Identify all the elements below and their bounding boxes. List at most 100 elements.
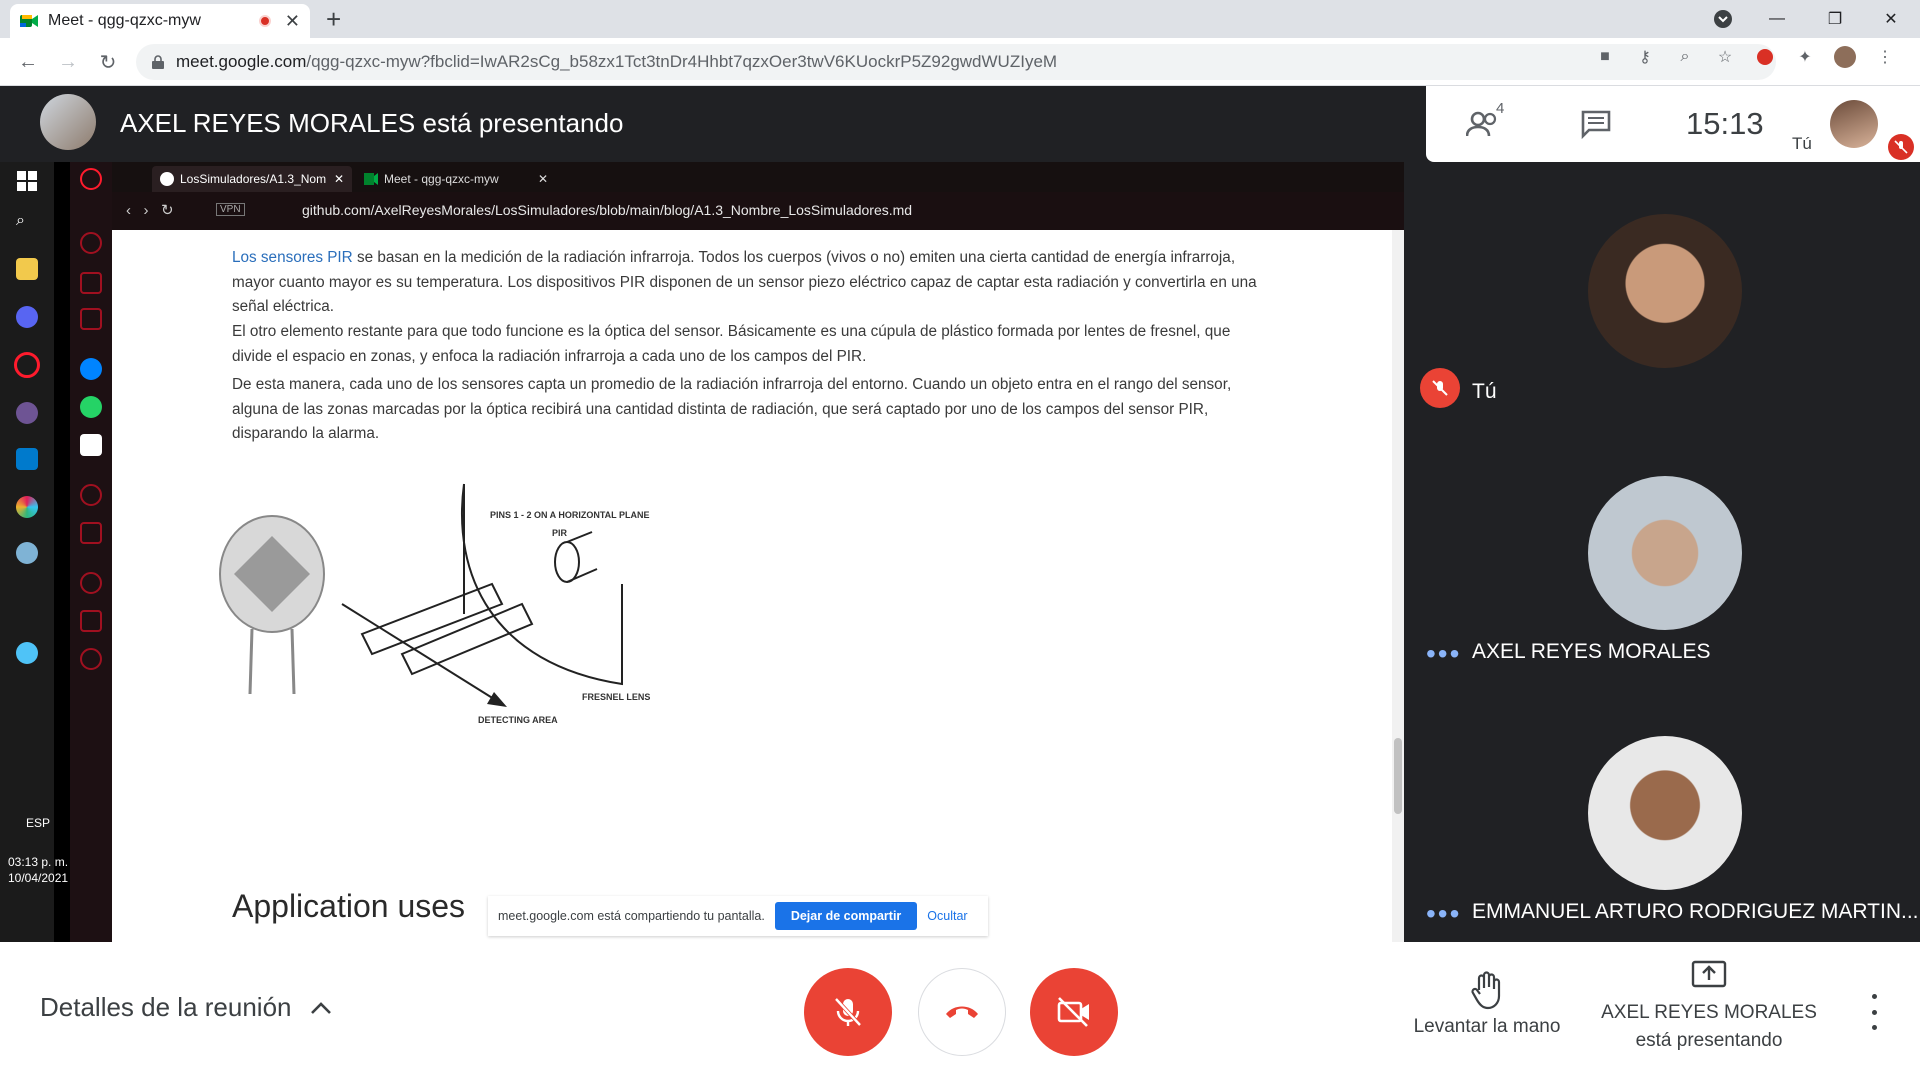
inner-browser-tabs: LosSimuladores/A1.3_Nom ✕ Meet - qgg-qzx… <box>112 162 1404 192</box>
google-meet-icon <box>20 15 38 27</box>
help-icon <box>16 642 38 664</box>
hide-notice-link: Ocultar <box>927 909 968 923</box>
paragraph-3: De esta manera, cada uno de los sensores… <box>232 376 1232 443</box>
app-icon <box>16 542 38 564</box>
meet-icon <box>364 173 378 185</box>
leave-call-button[interactable] <box>918 968 1006 1056</box>
hang-up-icon <box>946 1006 978 1018</box>
speaking-dots-icon: ••• <box>1426 898 1462 929</box>
camera-toggle-button[interactable] <box>1030 968 1118 1056</box>
raise-hand-label: Levantar la mano <box>1413 1016 1561 1037</box>
whatsapp-icon <box>80 396 102 418</box>
participant-name: AXEL REYES MORALES <box>1472 640 1711 663</box>
speaking-dots-icon: ••• <box>1426 638 1462 669</box>
discord-side-icon <box>80 434 102 456</box>
forward-arrow-icon[interactable]: → <box>54 48 82 76</box>
mic-off-icon <box>1888 134 1914 160</box>
inner-tab-title: Meet - qgg-qzxc-myw <box>384 172 499 186</box>
twitch-icon <box>80 308 102 330</box>
new-tab-button[interactable]: + <box>326 4 341 34</box>
address-bar[interactable]: meet.google.com/qgg-qzxc-myw?fbclid=IwAR… <box>136 44 1776 80</box>
diagram-label-detecting: DETECTING AREA <box>478 715 558 725</box>
profile-avatar-icon[interactable] <box>1834 46 1856 68</box>
key-icon[interactable]: ⚷ <box>1634 46 1656 68</box>
meeting-details-button[interactable]: Detalles de la reunión <box>40 992 332 1023</box>
bookmark-star-icon[interactable]: ☆ <box>1714 46 1736 68</box>
opera-logo-icon <box>80 168 102 190</box>
back-arrow-icon[interactable]: ← <box>14 48 42 76</box>
player-icon <box>80 484 102 506</box>
inner-nav-icons: ‹ › ↻ <box>126 202 174 219</box>
taskbar-language: ESP <box>26 816 51 830</box>
mic-off-icon <box>834 997 862 1027</box>
diagram-label-pir: PIR <box>552 528 568 538</box>
paragraph-1: Los sensores PIR se basan en la medición… <box>232 246 1262 320</box>
meeting-clock: 15:13 <box>1686 106 1764 141</box>
close-tab-icon[interactable]: ✕ <box>285 11 300 32</box>
browser-tab-strip: Meet - qgg-qzxc-myw ✕ + — ❐ ✕ <box>0 0 1920 38</box>
opera-gx-icon <box>14 352 40 378</box>
taskbar-date: 10/04/2021 <box>8 871 69 885</box>
participant-name: EMMANUEL ARTURO RODRIGUEZ MARTIN... <box>1472 900 1919 923</box>
speed-dial-icon <box>80 232 102 254</box>
recording-indicator-icon <box>258 15 271 27</box>
extensions-cube-icon <box>80 610 102 632</box>
meeting-details-label: Detalles de la reunión <box>40 992 292 1022</box>
self-label: Tú <box>1792 134 1812 153</box>
reload-icon[interactable]: ↻ <box>94 48 122 76</box>
raise-hand-button[interactable]: Levantar la mano <box>1402 970 1572 1038</box>
opera-sidebar <box>70 162 112 942</box>
vpn-icon: VPN <box>216 203 245 216</box>
meet-header: AXEL REYES MORALES está presentando <box>0 86 1426 162</box>
camera-blocked-icon[interactable]: ■ <box>1594 46 1616 68</box>
inner-scrollbar-thumb <box>1394 738 1402 814</box>
inner-scrollbar <box>1392 230 1404 942</box>
inner-tab-github: LosSimuladores/A1.3_Nom ✕ <box>152 166 352 192</box>
extension-badge-icon[interactable] <box>1754 46 1776 68</box>
messenger-icon <box>80 358 102 380</box>
search-icon: ⌕ <box>16 212 25 229</box>
presenting-label-line2: está presentando <box>1635 1030 1783 1051</box>
pir-sensor-diagram: PINS 1 - 2 ON A HORIZONTAL PLANE PIR FRE… <box>219 483 650 725</box>
people-icon[interactable]: 4 <box>1466 100 1506 142</box>
screen-share-notice: meet.google.com está compartiendo tu pan… <box>488 896 988 936</box>
self-avatar <box>1830 100 1878 148</box>
tab-title: Meet - qgg-qzxc-myw <box>48 12 201 29</box>
extensions-puzzle-icon[interactable]: ✦ <box>1794 46 1816 68</box>
inner-address-bar: ‹ › ↻ VPN github.com/AxelReyesMorales/Lo… <box>112 192 1404 230</box>
participant-avatar <box>1588 476 1742 630</box>
presenter-avatar <box>40 94 96 150</box>
settings-gear-icon <box>80 648 102 670</box>
more-options-icon[interactable] <box>1862 994 1886 1030</box>
zoom-icon[interactable]: ⌕ <box>1674 46 1696 68</box>
restore-window-icon[interactable]: ❐ <box>1812 0 1858 38</box>
history-icon <box>80 572 102 594</box>
inner-page: Los sensores PIR se basan en la medición… <box>112 230 1404 942</box>
participant-tile[interactable]: ••• EMMANUEL ARTURO RODRIGUEZ MARTIN... <box>1404 682 1920 942</box>
file-explorer-icon <box>16 258 38 280</box>
gx-corner-icon <box>80 272 102 294</box>
participant-tile[interactable]: ••• AXEL REYES MORALES <box>1404 422 1920 682</box>
share-notice-text: meet.google.com está compartiendo tu pan… <box>498 909 765 923</box>
close-window-icon[interactable]: ✕ <box>1868 0 1914 38</box>
participant-tile-self[interactable]: Tú <box>1404 162 1920 422</box>
participant-avatar <box>1588 736 1742 890</box>
raise-hand-icon <box>1471 971 1501 1010</box>
mic-toggle-button[interactable] <box>804 968 892 1056</box>
mic-off-icon <box>1420 368 1460 408</box>
presenting-title: AXEL REYES MORALES está presentando <box>120 108 624 138</box>
meet-top-right-panel: 4 15:13 Tú <box>1426 86 1920 162</box>
presenting-button[interactable]: AXEL REYES MORALES está presentando <box>1594 960 1824 1055</box>
minimize-window-icon[interactable]: — <box>1754 0 1800 38</box>
pir-link: Los sensores PIR <box>232 249 353 266</box>
windows-taskbar: ⌕ ESP 03:13 p. m. 10/04/2021 <box>0 162 68 942</box>
inner-tab-title: LosSimuladores/A1.3_Nom <box>180 172 327 186</box>
browser-menu-icon[interactable]: ⋮ <box>1874 46 1896 68</box>
chat-icon[interactable] <box>1576 106 1616 142</box>
tab-search-icon[interactable] <box>1700 0 1746 38</box>
shared-screen: ⌕ ESP 03:13 p. m. 10/04/2021 LosSimulado… <box>0 162 1404 942</box>
paragraph-1-text: se basan en la medición de la radiación … <box>232 249 1257 316</box>
browser-tab[interactable]: Meet - qgg-qzxc-myw ✕ <box>10 4 310 38</box>
send-icon <box>80 522 102 544</box>
browser-toolbar: ← → ↻ meet.google.com/qgg-qzxc-myw?fbcli… <box>0 38 1920 86</box>
